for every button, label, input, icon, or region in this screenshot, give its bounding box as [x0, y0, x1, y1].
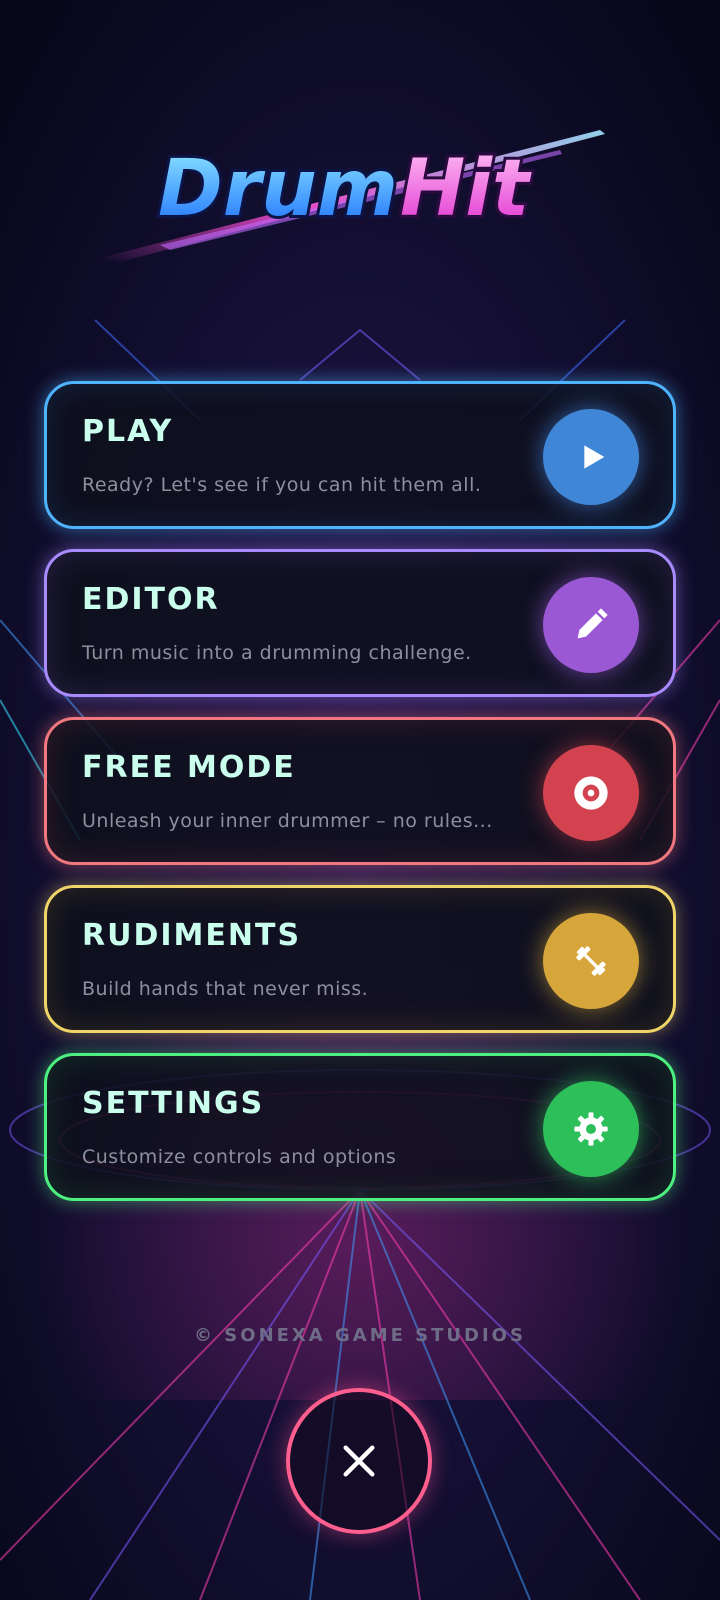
- logo-text-hit: Hit: [400, 144, 532, 234]
- menu-card-title: PLAY: [82, 414, 174, 449]
- gear-icon: [574, 1112, 608, 1146]
- menu-card-description: Customize controls and options: [82, 1146, 397, 1168]
- menu-card-title: SETTINGS: [82, 1086, 265, 1121]
- menu-card-description: Build hands that never miss.: [82, 978, 369, 1000]
- play-button[interactable]: [543, 409, 639, 505]
- play-icon: [584, 445, 605, 469]
- free-mode-button[interactable]: [543, 745, 639, 841]
- menu-card-free-mode[interactable]: FREE MODE Unleash your inner drummer – n…: [44, 717, 676, 865]
- close-button[interactable]: [286, 1388, 432, 1534]
- logo-text-drum: Drum: [158, 144, 398, 234]
- rudiments-button[interactable]: [543, 913, 639, 1009]
- menu-card-title: FREE MODE: [82, 750, 296, 785]
- pencil-icon: [577, 608, 608, 639]
- close-icon: [343, 1445, 375, 1477]
- menu-card-description: Ready? Let's see if you can hit them all…: [82, 474, 482, 496]
- menu-card-rudiments[interactable]: RUDIMENTS Build hands that never miss.: [44, 885, 676, 1033]
- menu-card-settings[interactable]: SETTINGS Customize controls and options: [44, 1053, 676, 1201]
- drumhit-logo: Drum Hit: [100, 110, 620, 270]
- copyright-text: © SONEXA GAME STUDIOS: [194, 1325, 526, 1346]
- menu-card-play[interactable]: PLAY Ready? Let's see if you can hit the…: [44, 381, 676, 529]
- menu-card-description: Unleash your inner drummer – no rules...: [82, 810, 493, 832]
- menu-card-title: EDITOR: [82, 582, 220, 617]
- menu-card-title: RUDIMENTS: [82, 918, 302, 953]
- drum-target-icon: [574, 776, 608, 810]
- dumbbell-icon: [576, 946, 606, 976]
- settings-button[interactable]: [543, 1081, 639, 1177]
- menu-card-editor[interactable]: EDITOR Turn music into a drumming challe…: [44, 549, 676, 697]
- editor-button[interactable]: [543, 577, 639, 673]
- menu-card-description: Turn music into a drumming challenge.: [82, 642, 472, 664]
